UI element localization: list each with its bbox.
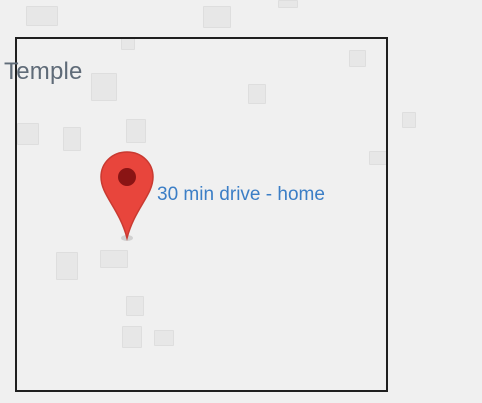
map-building [402,112,416,128]
map-building [278,0,298,8]
marker-label[interactable]: 30 min drive - home [157,184,325,206]
map-pin-body [100,151,154,241]
map-building [26,6,58,26]
map-pin-icon [100,151,154,241]
map-marker[interactable] [99,150,155,245]
place-label: Temple [4,58,83,85]
map-pin-dot [118,168,136,186]
map-building [203,6,231,28]
map-canvas[interactable]: Temple 30 min drive - home [0,0,482,403]
selection-frame [15,37,388,392]
